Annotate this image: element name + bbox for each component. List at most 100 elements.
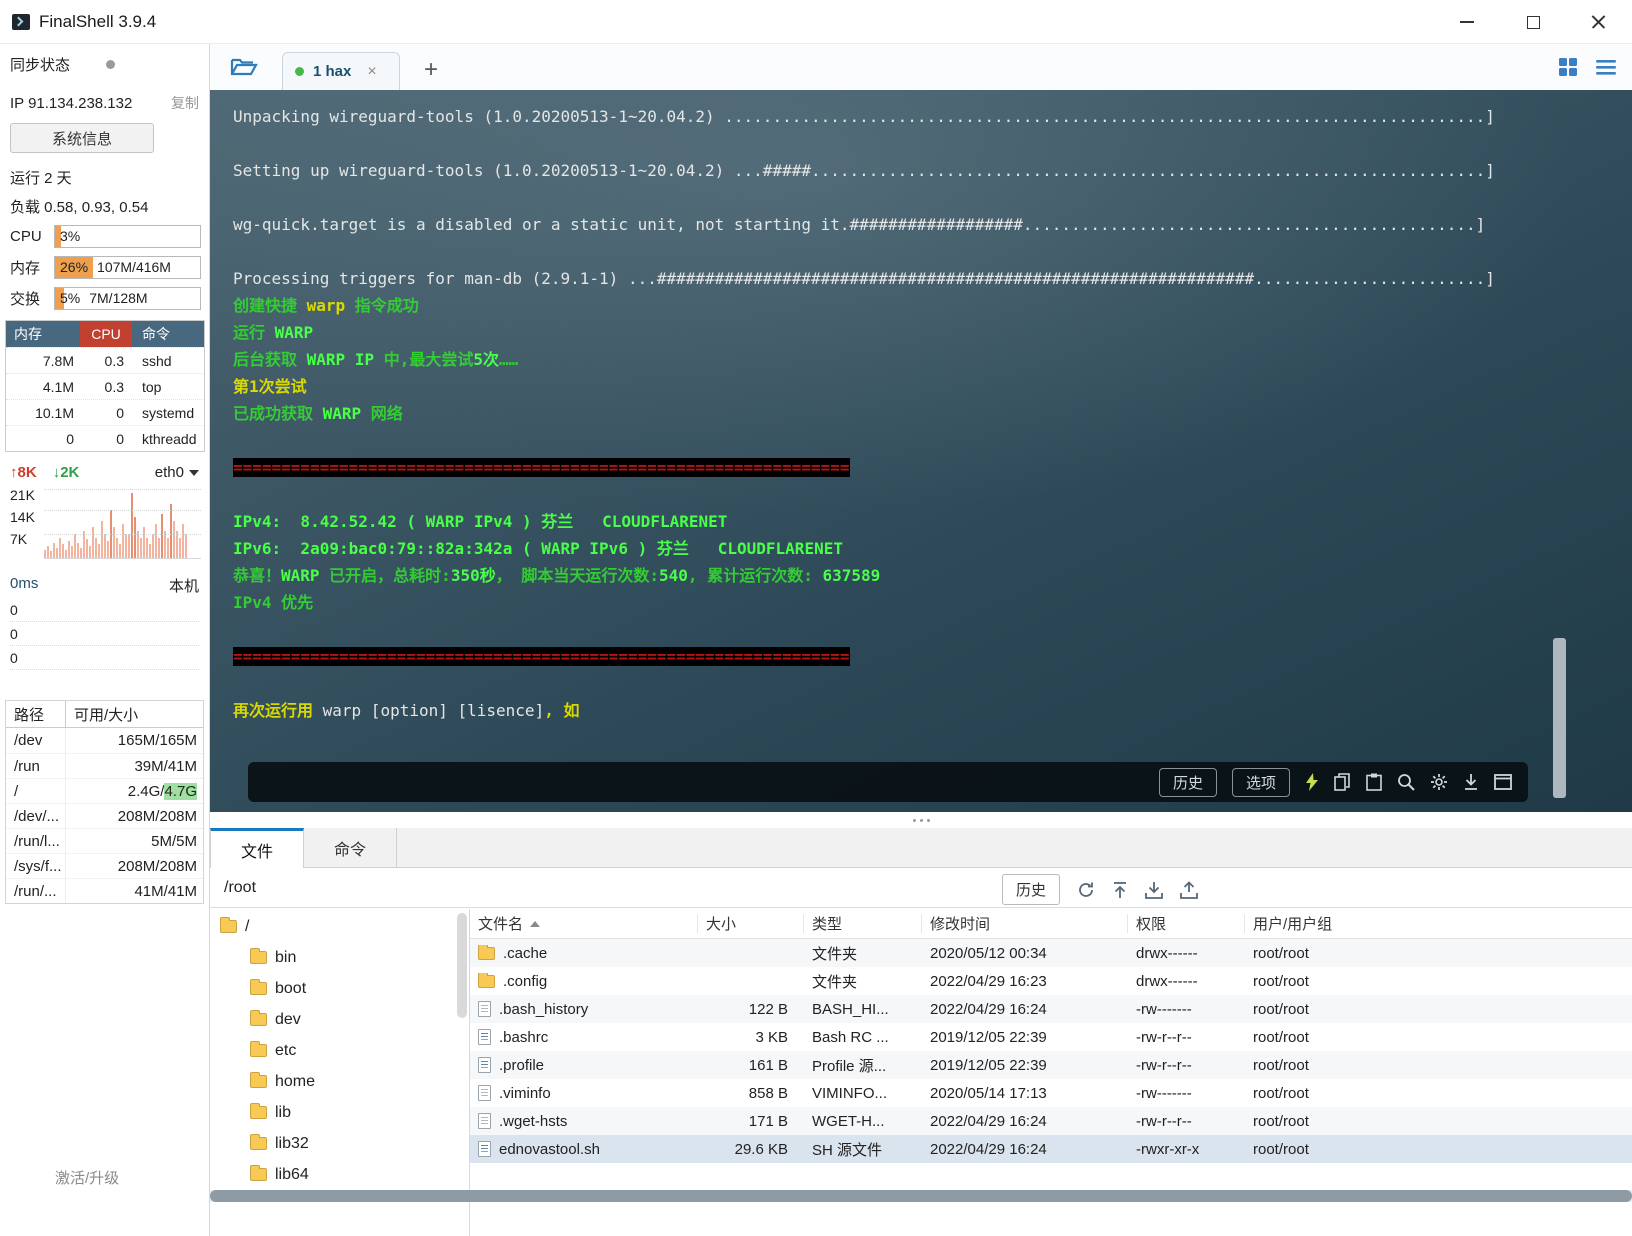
tree-item[interactable]: boot bbox=[210, 973, 469, 1004]
folder-icon bbox=[220, 917, 237, 933]
process-row[interactable]: 10.1M 0 systemd bbox=[6, 399, 204, 425]
traffic-bar bbox=[164, 531, 166, 558]
tree-item[interactable]: / bbox=[210, 911, 469, 942]
file-owner: root/root bbox=[1253, 1084, 1309, 1102]
minimize-button[interactable] bbox=[1434, 0, 1500, 44]
terminal-text-segment: 第1次尝试 bbox=[233, 377, 307, 396]
tree-item[interactable]: home bbox=[210, 1066, 469, 1097]
process-header-cpu[interactable]: CPU bbox=[80, 321, 132, 347]
file-row[interactable]: .cache 文件夹 2020/05/12 00:34 drwx------ root/… bbox=[470, 939, 1632, 967]
tree-item[interactable]: dev bbox=[210, 1004, 469, 1035]
grid-view-icon[interactable] bbox=[1558, 57, 1578, 82]
tab-commands[interactable]: 命令 bbox=[304, 828, 398, 868]
traffic-bar bbox=[80, 548, 82, 558]
process-row[interactable]: 7.8M 0.3 sshd bbox=[6, 347, 204, 373]
upload-from-local-icon[interactable] bbox=[1180, 880, 1198, 899]
header-permissions[interactable]: 权限 bbox=[1128, 914, 1245, 933]
tree-item[interactable]: lib32 bbox=[210, 1128, 469, 1159]
terminal[interactable]: Unpacking wireguard-tools (1.0.20200513-… bbox=[210, 90, 1632, 812]
disk-value: 39M/41M bbox=[134, 757, 197, 775]
system-info-button[interactable]: 系统信息 bbox=[10, 123, 154, 153]
traffic-bar bbox=[86, 539, 88, 558]
close-button[interactable] bbox=[1566, 0, 1632, 44]
file-history-button[interactable]: 历史 bbox=[1002, 874, 1061, 905]
traffic-bar bbox=[155, 524, 157, 558]
tree-scrollbar[interactable] bbox=[457, 913, 467, 1018]
upload-icon[interactable] bbox=[1112, 881, 1128, 899]
process-row[interactable]: 4.1M 0.3 top bbox=[6, 373, 204, 399]
header-size[interactable]: 大小 bbox=[698, 914, 804, 933]
search-icon[interactable] bbox=[1397, 773, 1415, 791]
file-row[interactable]: .bashrc 3 KB Bash RC ... 2019/12/05 22:39 -r… bbox=[470, 1023, 1632, 1051]
paste-icon[interactable] bbox=[1366, 773, 1382, 791]
terminal-scrollbar[interactable] bbox=[1553, 638, 1566, 798]
refresh-icon[interactable] bbox=[1077, 881, 1095, 899]
traffic-bar bbox=[56, 548, 58, 558]
header-owner[interactable]: 用户/用户组 bbox=[1245, 914, 1632, 933]
terminal-text-segment: Setting up wireguard-tools (1.0.20200513… bbox=[233, 161, 1495, 180]
terminal-line: 再次运行用 warp [option] [lisence], 如 bbox=[233, 697, 1632, 724]
download-icon[interactable] bbox=[1463, 773, 1479, 791]
process-header-command[interactable]: 命令 bbox=[132, 324, 204, 344]
activate-upgrade-link[interactable]: 激活/升级 bbox=[55, 1167, 119, 1188]
interface-selector[interactable]: eth0 bbox=[155, 464, 199, 481]
header-filename[interactable]: 文件名 bbox=[470, 914, 698, 933]
file-row[interactable]: ednovastool.sh 29.6 KB SH 源文件 2022/04/29 16… bbox=[470, 1135, 1632, 1163]
disk-row[interactable]: / 2.4G/4.7G bbox=[6, 778, 203, 803]
process-header-memory[interactable]: 内存 bbox=[6, 324, 80, 344]
terminal-toolbar: 历史 选项 bbox=[248, 762, 1528, 802]
disk-header-size[interactable]: 可用/大小 bbox=[66, 704, 203, 725]
header-type[interactable]: 类型 bbox=[804, 914, 922, 933]
file-table: 文件名 大小 类型 修改时间 权限 用户/用户组 .cache 文件夹 2020/0… bbox=[470, 909, 1632, 1236]
disk-row[interactable]: /dev/... 208M/208M bbox=[6, 803, 203, 828]
gear-icon[interactable] bbox=[1430, 773, 1448, 791]
file-row[interactable]: .viminfo 858 B VIMINFO... 2020/05/14 17:13 -… bbox=[470, 1079, 1632, 1107]
ping-value-row: 0 bbox=[10, 622, 199, 646]
file-name-cell: .wget-hsts bbox=[470, 1113, 698, 1130]
bottom-panel: 文件 命令 /root 历史 / bin boot dev etc home lib lib3… bbox=[210, 828, 1632, 1236]
tab-close-icon[interactable]: × bbox=[367, 63, 376, 81]
terminal-history-button[interactable]: 历史 bbox=[1158, 767, 1217, 797]
open-folder-icon[interactable] bbox=[230, 54, 258, 83]
tree-item[interactable]: lib bbox=[210, 1097, 469, 1128]
menu-icon[interactable] bbox=[1596, 59, 1616, 80]
disk-row[interactable]: /sys/f... 208M/208M bbox=[6, 853, 203, 878]
download-to-local-icon[interactable] bbox=[1145, 881, 1163, 899]
disk-header-path[interactable]: 路径 bbox=[6, 701, 66, 727]
disk-row[interactable]: /run/... 41M/41M bbox=[6, 878, 203, 903]
file-row[interactable]: .wget-hsts 171 B WGET-H... 2022/04/29 16:24… bbox=[470, 1107, 1632, 1135]
terminal-line: Unpacking wireguard-tools (1.0.20200513-… bbox=[233, 103, 1632, 130]
file-row[interactable]: .bash_history 122 B BASH_HI... 2022/04/29 1… bbox=[470, 995, 1632, 1023]
disk-row[interactable]: /run 39M/41M bbox=[6, 753, 203, 778]
header-mtime[interactable]: 修改时间 bbox=[922, 914, 1128, 933]
terminal-text-segment: 指令成功 bbox=[345, 296, 419, 315]
tree-item[interactable]: bin bbox=[210, 942, 469, 973]
new-tab-button[interactable]: + bbox=[418, 56, 444, 84]
horizontal-scrollbar[interactable] bbox=[210, 1190, 1632, 1202]
tab-files[interactable]: 文件 bbox=[210, 828, 305, 868]
file-row[interactable]: .profile 161 B Profile 源... 2019/12/05 22:3… bbox=[470, 1051, 1632, 1079]
process-row[interactable]: 0 0 kthreadd bbox=[6, 425, 204, 451]
file-row[interactable]: .config 文件夹 2022/04/29 16:23 drwx------ root… bbox=[470, 967, 1632, 995]
terminal-options-button[interactable]: 选项 bbox=[1231, 767, 1290, 797]
lightning-icon[interactable] bbox=[1305, 773, 1319, 791]
traffic-bar bbox=[158, 538, 160, 558]
traffic-bar bbox=[116, 538, 118, 558]
terminal-text-segment: 540 bbox=[659, 566, 688, 585]
disk-row[interactable]: /dev 165M/165M bbox=[6, 728, 203, 753]
copy-icon[interactable] bbox=[1334, 773, 1351, 791]
horizontal-scrollbar-thumb[interactable] bbox=[210, 1190, 1632, 1202]
disk-row[interactable]: /run/l... 5M/5M bbox=[6, 828, 203, 853]
traffic-bar bbox=[68, 541, 70, 558]
copy-ip-button[interactable]: 复制 bbox=[171, 93, 199, 113]
terminal-line: 已成功获取 WARP 网络 bbox=[233, 400, 1632, 427]
session-tab[interactable]: 1 hax × bbox=[282, 52, 400, 90]
maximize-button[interactable] bbox=[1500, 0, 1566, 44]
window-mode-icon[interactable] bbox=[1494, 774, 1512, 790]
splitter-handle[interactable] bbox=[210, 812, 1632, 828]
current-path[interactable]: /root bbox=[224, 879, 256, 897]
traffic-bar bbox=[92, 527, 94, 558]
tree-item[interactable]: etc bbox=[210, 1035, 469, 1066]
terminal-text-segment: 已开启，总耗时: bbox=[319, 566, 451, 585]
tree-item[interactable]: lib64 bbox=[210, 1159, 469, 1190]
